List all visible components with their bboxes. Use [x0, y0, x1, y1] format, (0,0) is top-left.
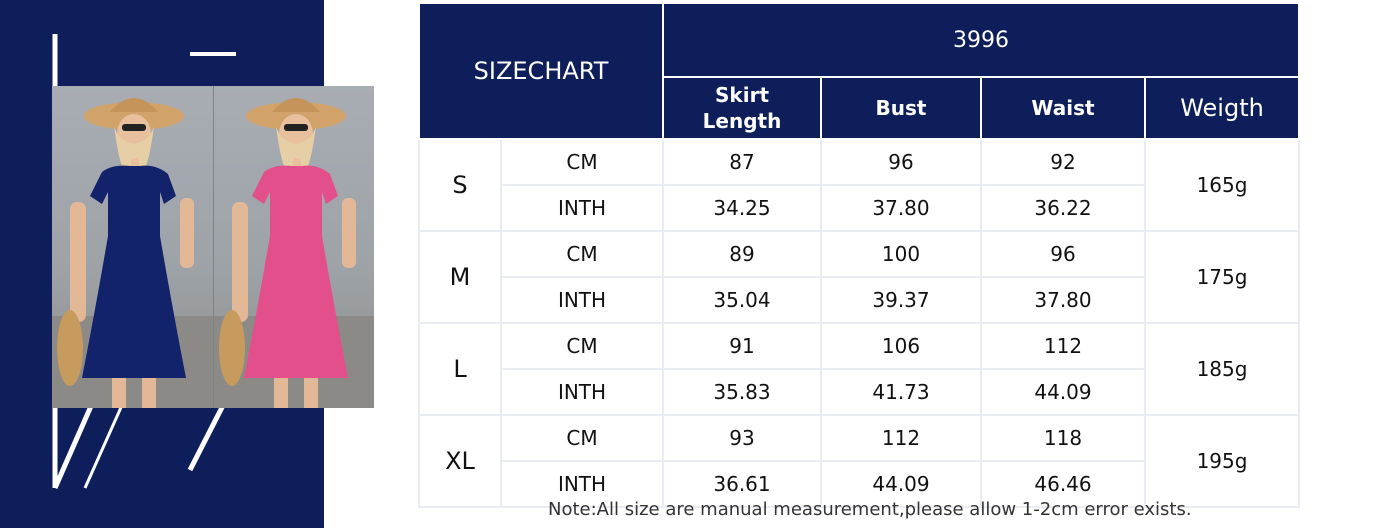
product-photos	[52, 86, 374, 408]
table-cell: 39.37	[820, 276, 983, 324]
unit-label: INTH	[499, 368, 665, 416]
table-cell: 44.09	[980, 368, 1147, 416]
table-row: XL CM 93 112 118 195g	[418, 414, 1301, 508]
model-number: 3996	[662, 2, 1301, 78]
table-cell: 106	[820, 322, 983, 370]
size-label: M	[418, 230, 502, 324]
table-cell: 41.73	[820, 368, 983, 416]
dress-pink	[243, 165, 348, 378]
table-cell: 89	[662, 230, 823, 278]
table-row: L CM 91 106 112 185g	[418, 322, 1301, 416]
table-row: M CM 89 100 96 175g	[418, 230, 1301, 324]
header-skirt-length-text: Skirt Length	[702, 83, 782, 133]
model-navy-illustration	[52, 98, 213, 408]
size-label: XL	[418, 414, 502, 508]
table-cell: 93	[662, 414, 823, 462]
table-cell: 87	[662, 138, 823, 186]
table-cell: 37.80	[980, 276, 1147, 324]
dress-navy	[82, 165, 186, 378]
unit-label: INTH	[499, 184, 665, 232]
table-cell: 34.25	[662, 184, 823, 232]
table-cell: 112	[980, 322, 1147, 370]
header-waist: Waist	[980, 76, 1147, 140]
table-cell: 35.04	[662, 276, 823, 324]
header-bust: Bust	[820, 76, 983, 140]
unit-label: INTH	[499, 276, 665, 324]
table-cell: 35.83	[662, 368, 823, 416]
weight-value: 195g	[1144, 414, 1301, 508]
table-row: S CM 87 96 92 165g	[418, 138, 1301, 232]
model-pink-illustration	[213, 98, 374, 408]
table-cell: 91	[662, 322, 823, 370]
unit-label: CM	[499, 138, 665, 186]
size-chart-table: SIZECHART 3996 Skirt Length Bust Waist W…	[417, 2, 1301, 508]
size-label: S	[418, 138, 502, 232]
table-cell: 92	[980, 138, 1147, 186]
table-cell: 96	[820, 138, 983, 186]
weight-value: 185g	[1144, 322, 1301, 416]
model-photo-navy-dress	[52, 86, 213, 408]
table-cell: 112	[820, 414, 983, 462]
table-cell: 37.80	[820, 184, 983, 232]
size-chart-title: SIZECHART	[417, 2, 665, 140]
unit-label: CM	[499, 322, 665, 370]
table-cell: 100	[820, 230, 983, 278]
table-cell: 96	[980, 230, 1147, 278]
measurement-note: Note:All size are manual measurement,ple…	[548, 499, 1192, 520]
weight-value: 165g	[1144, 138, 1301, 232]
table-cell: 36.22	[980, 184, 1147, 232]
header-weight: Weigth	[1144, 76, 1301, 140]
unit-label: CM	[499, 414, 665, 462]
unit-label: CM	[499, 230, 665, 278]
weight-value: 175g	[1144, 230, 1301, 324]
model-photo-pink-dress	[212, 86, 374, 408]
table-cell: 118	[980, 414, 1147, 462]
header-skirt-length: Skirt Length	[662, 76, 823, 140]
size-label: L	[418, 322, 502, 416]
